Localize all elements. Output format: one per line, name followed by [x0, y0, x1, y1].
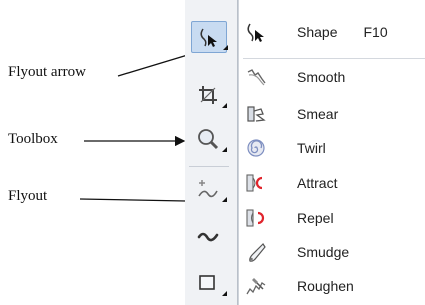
- flyout-item-label: Attract: [297, 175, 338, 191]
- flyout-item-label: Shape: [297, 24, 338, 40]
- flyout-item-smudge[interactable]: Smudge: [239, 235, 425, 269]
- flyout-item-repel[interactable]: Repel: [239, 201, 425, 235]
- smear-icon: [239, 97, 273, 131]
- zoom-tool-icon: [196, 127, 220, 151]
- shape-tool-button[interactable]: [191, 21, 228, 53]
- flyout-menu: Shape F10 Smooth Smear Twirl Attract Rep…: [238, 0, 425, 305]
- flyout-item-label: Smear: [297, 106, 339, 122]
- crop-tool-icon: [197, 84, 219, 106]
- flyout-item-label: Twirl: [297, 140, 326, 156]
- smart-drawing-tool-icon: [196, 226, 220, 250]
- flyout-item-label: Smooth: [297, 69, 346, 85]
- flyout-item-smear[interactable]: Smear: [239, 97, 425, 131]
- flyout-item-twirl[interactable]: Twirl: [239, 131, 425, 165]
- rectangle-tool-icon: [197, 272, 219, 294]
- flyout-arrow-icon[interactable]: [222, 291, 227, 296]
- toolbox-divider: [189, 166, 229, 167]
- shape-tool-icon: [198, 26, 220, 48]
- rectangle-tool-button[interactable]: [191, 268, 227, 298]
- repel-icon: [239, 201, 273, 235]
- flyout-divider: [243, 58, 425, 59]
- roughen-icon: [239, 269, 273, 303]
- flyout-item-label: Smudge: [297, 244, 350, 260]
- freehand-tool-icon: [196, 177, 220, 201]
- flyout-item-shape[interactable]: Shape F10: [239, 15, 425, 49]
- flyout-item-shortcut: F10: [363, 24, 388, 40]
- smart-drawing-tool-button[interactable]: [191, 223, 225, 253]
- flyout-arrow-icon[interactable]: [222, 197, 227, 202]
- crop-tool-button[interactable]: [191, 80, 227, 110]
- flyout-item-label: Repel: [297, 210, 334, 226]
- flyout-arrow-icon[interactable]: [222, 103, 227, 108]
- smudge-icon: [239, 235, 273, 269]
- zoom-tool-button[interactable]: [191, 124, 227, 154]
- toolbox: [185, 0, 238, 305]
- flyout-arrow-icon[interactable]: [222, 147, 227, 152]
- shape-icon: [239, 15, 273, 49]
- freehand-tool-button[interactable]: [191, 174, 227, 204]
- flyout-item-smooth[interactable]: Smooth: [239, 60, 425, 94]
- flyout-item-attract[interactable]: Attract: [239, 166, 425, 200]
- attract-icon: [239, 166, 273, 200]
- smooth-icon: [239, 60, 273, 94]
- flyout-item-roughen[interactable]: Roughen: [239, 269, 425, 303]
- flyout-item-label: Roughen: [297, 278, 354, 294]
- flyout-arrow-icon[interactable]: [223, 45, 228, 50]
- twirl-icon: [239, 131, 273, 165]
